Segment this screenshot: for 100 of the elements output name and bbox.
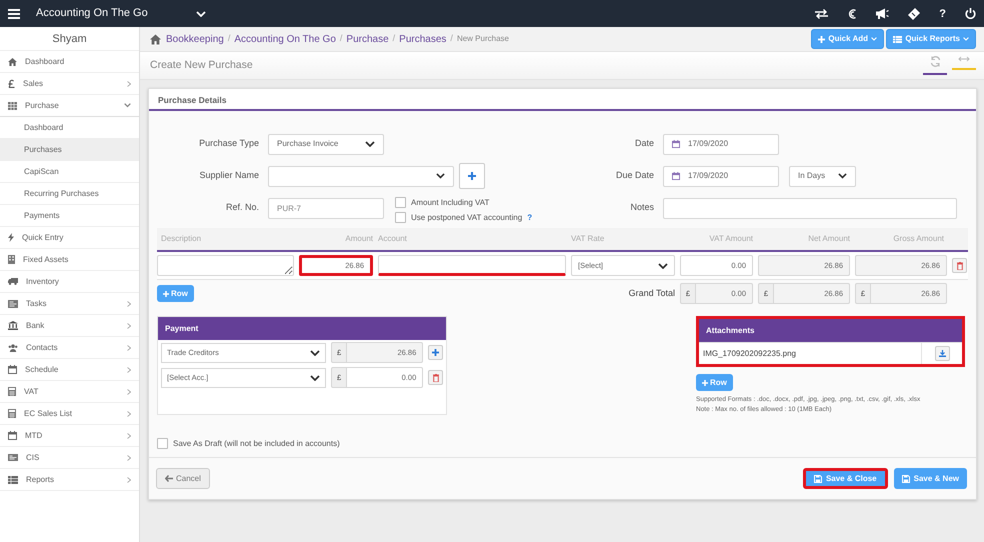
sidebar-item[interactable]: VAT	[0, 381, 139, 403]
delete-row-button[interactable]	[952, 258, 967, 273]
calendar-icon	[672, 140, 680, 148]
add-payment-button[interactable]	[428, 345, 443, 360]
checkbox[interactable]	[395, 197, 406, 208]
trash-icon	[956, 262, 962, 270]
page-title: Create New Purchase	[150, 58, 253, 73]
breadcrumb-link[interactable]: Accounting On The Go	[234, 32, 336, 46]
purchase-type-select[interactable]: Purchase Invoice	[268, 134, 384, 154]
sidebar-item[interactable]: Inventory	[0, 271, 139, 293]
transfer-arrows-icon[interactable]	[815, 8, 828, 18]
column-header: Description	[160, 233, 202, 245]
date-field[interactable]: 17/09/2020	[663, 134, 779, 154]
checkbox-label: Amount Including VAT	[411, 196, 490, 208]
power-icon[interactable]	[965, 8, 976, 19]
plus-icon	[468, 172, 476, 180]
sidebar-item[interactable]: CapiScan	[0, 161, 139, 183]
download-button[interactable]	[934, 346, 950, 361]
chevron-down-icon	[365, 141, 375, 147]
terms-select[interactable]: In Days	[789, 166, 856, 186]
sidebar-item[interactable]: CIS	[0, 447, 139, 469]
sidebar-item[interactable]: EC Sales List	[0, 403, 139, 425]
chevron-right-icon	[127, 322, 131, 328]
description-field[interactable]	[157, 255, 294, 276]
breadcrumb-link[interactable]: Purchases	[399, 32, 446, 46]
chevron-right-icon	[127, 432, 131, 438]
help-button[interactable]: ?	[939, 6, 946, 20]
chevron-right-icon	[127, 388, 131, 394]
sidebar-item[interactable]: Purchases	[0, 139, 139, 161]
sidebar-item[interactable]: Dashboard	[0, 51, 139, 73]
calendar-icon	[672, 172, 680, 180]
id-card-icon	[8, 454, 18, 461]
breadcrumb-link[interactable]: Bookkeeping	[166, 32, 224, 46]
plus-icon	[163, 290, 169, 296]
field-label: Notes	[629, 201, 655, 214]
chevron-down-icon	[963, 37, 969, 41]
trash-icon	[432, 374, 439, 382]
reference-field[interactable]: PUR-7	[268, 198, 384, 218]
sidebar-item[interactable]: Payments	[0, 205, 139, 227]
plus-icon	[702, 380, 708, 386]
breadcrumb-link[interactable]: Purchase	[346, 32, 389, 46]
sidebar-item[interactable]: Contacts	[0, 337, 139, 359]
grid-icon	[8, 102, 17, 110]
sidebar-item[interactable]: Bank	[0, 315, 139, 337]
chevron-right-icon	[127, 366, 131, 372]
user-name: Shyam	[0, 27, 139, 51]
chevron-down-icon	[838, 173, 847, 179]
breadcrumb-current: New Purchase	[456, 33, 509, 45]
column-header: Account	[378, 233, 408, 245]
add-supplier-button[interactable]	[459, 163, 485, 189]
chevron-right-icon	[127, 454, 131, 460]
column-header: VAT Rate	[571, 233, 606, 245]
help-icon[interactable]: ?	[527, 212, 532, 224]
account-field[interactable]	[378, 255, 566, 276]
breadcrumb-separator: /	[450, 32, 453, 46]
app-name: Accounting On The Go	[36, 6, 149, 22]
chevron-right-icon	[127, 476, 131, 482]
chevron-down-icon	[124, 103, 131, 108]
download-icon	[938, 350, 946, 357]
chevron-down-icon	[871, 37, 878, 41]
bank-icon	[8, 321, 18, 330]
delete-payment-button[interactable]	[428, 370, 443, 385]
megaphone-icon[interactable]	[876, 8, 890, 19]
users-icon	[8, 344, 18, 352]
checkbox[interactable]	[157, 438, 168, 449]
panel-title: Payment	[158, 317, 446, 340]
checkbox[interactable]	[395, 212, 406, 223]
breadcrumb-separator: /	[392, 32, 396, 46]
sidebar-item[interactable]: Tasks	[0, 293, 139, 315]
checkbox-label: Save As Draft (will not be included in accounts)	[173, 438, 340, 450]
table-icon	[8, 476, 18, 484]
calendar-icon	[8, 431, 17, 440]
sidebar-item[interactable]: Sales	[0, 73, 139, 95]
building-icon	[8, 255, 15, 264]
plus-icon	[432, 349, 440, 356]
panel-title: Attachments	[699, 319, 962, 342]
column-header: Gross Amount	[892, 233, 945, 245]
card-title: Purchase Details	[149, 89, 976, 111]
chevron-right-icon	[127, 344, 131, 350]
currency-icon[interactable]	[847, 8, 858, 20]
sidebar-item[interactable]: MTD	[0, 425, 139, 447]
home-icon	[150, 34, 161, 44]
sidebar-item[interactable]: Schedule	[0, 359, 139, 381]
checkbox-label: Use postponed VAT accounting	[411, 212, 522, 224]
sidebar-item[interactable]: Purchase	[0, 95, 139, 117]
cancel-button[interactable]: Cancel	[156, 468, 210, 489]
sidebar-item[interactable]: Reports	[0, 469, 139, 491]
app-switcher-dropdown[interactable]	[196, 10, 206, 16]
sidebar-item[interactable]: Recurring Purchases	[0, 183, 139, 205]
ticket-icon[interactable]	[908, 8, 920, 20]
sidebar-item[interactable]: Fixed Assets	[0, 249, 139, 271]
calculator-icon	[8, 409, 16, 418]
chevron-down-icon	[436, 173, 445, 179]
notes-field[interactable]	[663, 198, 957, 218]
due-date-field[interactable]: 17/09/2020	[663, 166, 779, 186]
plus-icon	[818, 36, 826, 42]
menu-icon[interactable]	[8, 8, 20, 18]
list-icon	[893, 36, 902, 42]
chevron-right-icon	[127, 80, 131, 86]
sidebar-item[interactable]: Quick Entry	[0, 227, 139, 249]
